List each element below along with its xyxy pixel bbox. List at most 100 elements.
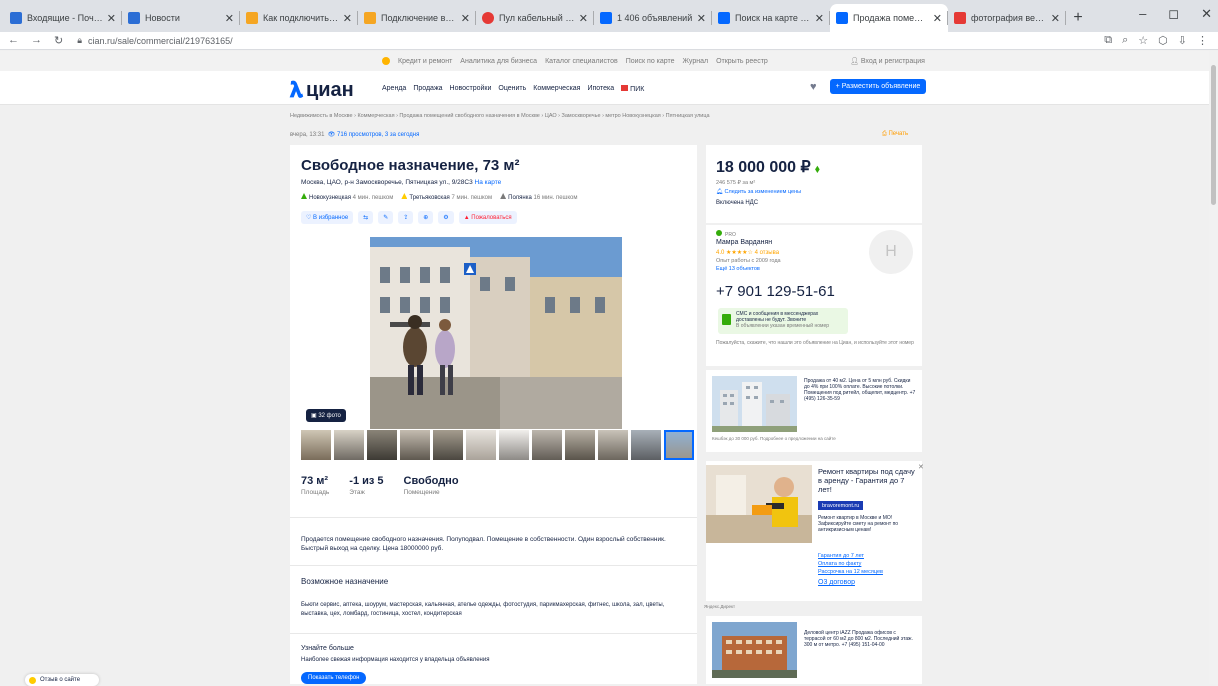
favorites-heart-icon[interactable]: ♥ (810, 81, 817, 93)
metro-item[interactable]: Полянка 16 мин. пешком (500, 193, 578, 201)
photo-count-badge[interactable]: ▣ 32 фото (306, 409, 346, 422)
forward-icon[interactable]: → (31, 34, 42, 47)
menu-item-pik[interactable]: ПИК (621, 85, 644, 93)
metro-item[interactable]: Новокузнецкая 4 мин. пешком (301, 193, 393, 201)
minimize-button[interactable]: – (1139, 6, 1146, 22)
download-pdf-icon[interactable]: ⇪ (398, 211, 414, 224)
download-icon[interactable]: ⇩ (1178, 34, 1187, 47)
photo-thumbnail[interactable] (433, 430, 463, 460)
login-link[interactable]: 👤︎ Вход и регистрация (850, 57, 925, 65)
promo-link[interactable]: Открыть реестр (716, 58, 768, 65)
menu-item[interactable]: Коммерческая (533, 85, 580, 93)
cian-logo[interactable]: 𝛌 циан (290, 77, 354, 103)
promo-link[interactable]: Аналитика для бизнеса (460, 58, 537, 65)
extension-icon[interactable]: ⬡ (1158, 34, 1168, 47)
agent-name[interactable]: Мамра Варданян (716, 239, 772, 246)
promo-link[interactable]: Кредит и ремонт (398, 58, 452, 65)
ad-close-icon[interactable]: ✕ (918, 463, 924, 471)
avatar[interactable]: Н (869, 230, 913, 274)
ad-banner[interactable]: Продажа от 40 м2. Цена от 5 млн руб. Ски… (706, 370, 922, 452)
menu-item[interactable]: Оценить (498, 85, 526, 93)
menu-item[interactable]: Аренда (382, 85, 406, 93)
browser-tab[interactable]: Новости ✕ (122, 4, 240, 32)
tab-close-icon[interactable]: ✕ (461, 12, 470, 25)
breadcrumb[interactable]: Недвижимость в Москве › Коммерческая › П… (290, 113, 710, 119)
photo-thumbnail[interactable] (565, 430, 595, 460)
browser-tab[interactable]: Входящие - Почта Mail.ru✕ (4, 4, 122, 32)
promo-link[interactable]: Журнал (683, 58, 709, 65)
photo-thumbnail[interactable] (367, 430, 397, 460)
agent-objects-link[interactable]: Ещё 13 объектов (716, 266, 760, 272)
photo-thumbnail[interactable] (598, 430, 628, 460)
reload-icon[interactable]: ↻ (54, 34, 63, 47)
compare-icon[interactable]: ⇆ (358, 211, 374, 224)
star-icon[interactable]: ☆ (1138, 34, 1148, 47)
address-text[interactable]: Москва, ЦАО, р-н Замоскворечье, Пятницка… (301, 179, 473, 186)
feedback-button[interactable]: Отзыв о сайте (25, 674, 99, 686)
tab-close-icon[interactable]: ✕ (225, 12, 234, 25)
photo-thumbnail[interactable] (301, 430, 331, 460)
show-phone-button[interactable]: Показать телефон (301, 672, 367, 684)
photo-thumbnail[interactable] (631, 430, 661, 460)
agent-rating[interactable]: 4.0 ★★★★☆ 4 отзыва (716, 249, 779, 256)
browser-tab[interactable]: Пул кабельный кабел✕ (476, 4, 594, 32)
menu-item[interactable]: Продажа (413, 85, 442, 93)
photo-thumbnail[interactable] (400, 430, 430, 460)
tab-close-icon[interactable]: ✕ (343, 12, 352, 25)
photo-thumbnail[interactable] (499, 430, 529, 460)
tab-close-icon[interactable]: ✕ (933, 12, 942, 25)
ad-sitelink[interactable]: Гарантия до 7 лет (818, 553, 864, 559)
yandex-direct-label[interactable]: Яндекс.Директ (704, 604, 735, 609)
edit-icon[interactable]: ✎ (378, 211, 394, 224)
favorite-button[interactable]: ♡ В избранное (301, 211, 354, 224)
promo-link[interactable]: Поиск по карте (626, 58, 675, 65)
tab-close-icon[interactable]: ✕ (815, 12, 824, 25)
phone-number[interactable]: +7 901 129-51-61 (716, 283, 835, 300)
metro-item[interactable]: Третьяковская 7 мин. пешком (401, 193, 492, 201)
tab-close-icon[interactable]: ✕ (107, 12, 116, 25)
menu-item[interactable]: Новостройки (450, 85, 492, 93)
browser-tab-active[interactable]: Продажа помещения✕ (830, 4, 948, 32)
menu-item[interactable]: Ипотека (587, 85, 614, 93)
report-button[interactable]: ▲ Пожаловаться (458, 211, 517, 224)
maximize-button[interactable]: ◻ (1168, 6, 1179, 22)
photo-thumbnail[interactable] (532, 430, 562, 460)
back-icon[interactable]: ← (8, 34, 19, 47)
page-scrollbar[interactable] (1209, 51, 1218, 684)
tab-close-icon[interactable]: ✕ (697, 12, 706, 25)
browser-tab[interactable]: Подключение внешн✕ (358, 4, 476, 32)
promo-link[interactable]: Каталог специалистов (545, 58, 618, 65)
map-link[interactable]: На карте (475, 179, 502, 186)
tab-close-icon[interactable]: ✕ (1051, 12, 1060, 25)
ad-business-center[interactable]: Деловой центр iAZZ Продажа офисов с терр… (706, 616, 922, 684)
ad-renovation[interactable]: ✕ Ремонт квартиры под сдачу в аренду - Г… (706, 461, 924, 601)
browser-tab[interactable]: Поиск на карте ЦИАН✕ (712, 4, 830, 32)
browser-tab[interactable]: Как подключить архив✕ (240, 4, 358, 32)
ad-sitelink[interactable]: О3 договор (818, 579, 855, 586)
photo-thumbnail[interactable] (334, 430, 364, 460)
zoom-icon[interactable]: ⌕ (1122, 34, 1128, 47)
print-button[interactable]: ⎙ Печать (882, 131, 908, 138)
close-window-button[interactable]: ✕ (1201, 6, 1212, 22)
translate-icon[interactable]: ⧉ (1104, 34, 1112, 47)
main-photo[interactable] (370, 237, 622, 429)
ad-title[interactable]: Ремонт квартиры под сдачу в аренду - Гар… (818, 467, 918, 494)
ad-sitelink[interactable]: Оплата по факту (818, 561, 861, 567)
tab-close-icon[interactable]: ✕ (579, 12, 588, 25)
scrollbar-thumb[interactable] (1211, 65, 1216, 205)
post-ad-button[interactable]: + Разместить объявление (830, 79, 926, 94)
url-input[interactable]: cian.ru/sale/commercial/219763165/ (88, 36, 233, 46)
menu-icon[interactable]: ⋮ (1197, 34, 1208, 47)
browser-tab[interactable]: 1 406 объявлений ✕ (594, 4, 712, 32)
browser-tab[interactable]: фотография вертолета✕ (948, 4, 1066, 32)
settings-icon[interactable]: ⚙ (438, 211, 454, 224)
new-tab-button[interactable]: + (1066, 4, 1090, 32)
ad-domain[interactable]: bravoremont.ru (818, 501, 864, 510)
photo-thumbnail-active[interactable] (664, 430, 694, 460)
follow-price-link[interactable]: 🔔︎ Следить за изменением цены (716, 189, 801, 195)
ad-sitelink[interactable]: Рассрочка на 12 месяцев (818, 569, 883, 575)
photo-thumbnail[interactable] (466, 430, 496, 460)
price-down-icon[interactable]: ⬧ (815, 164, 820, 175)
views-count[interactable]: 716 просмотров, 3 за сегодня (337, 132, 419, 138)
share-icon[interactable]: ⊕ (418, 211, 434, 224)
